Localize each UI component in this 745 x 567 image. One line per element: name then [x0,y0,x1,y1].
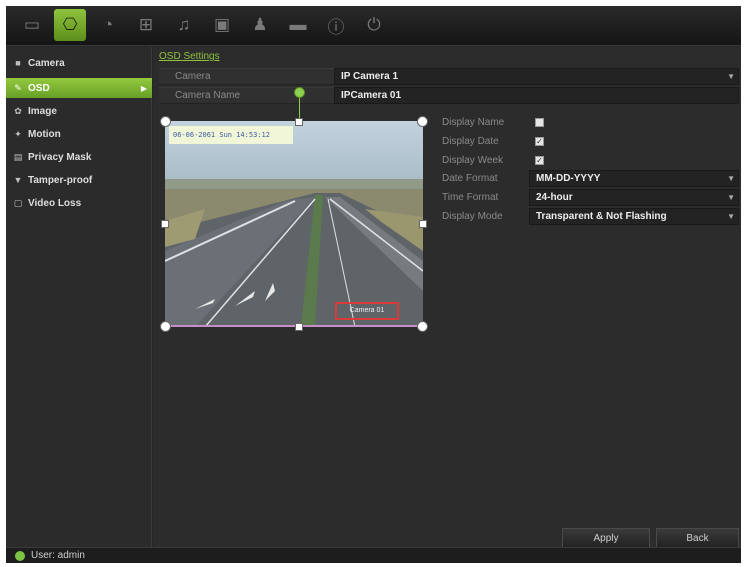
status-bar: User: admin [6,547,741,563]
sidebar-item-osd[interactable]: ✎ OSD ▶ [6,78,152,98]
video-loss-icon: ▢ [13,197,23,208]
info-icon[interactable]: ⓘ [320,9,352,41]
time-format-value: 24-hour [536,192,573,203]
resize-handle-left[interactable] [161,220,169,228]
camera-name-label: Camera Name [175,90,241,101]
chevron-down-icon: ▼ [727,72,735,81]
display-mode-label: Display Mode [442,211,503,222]
date-format-value: MM-DD-YYYY [536,173,601,184]
date-format-select[interactable]: MM-DD-YYYY ▼ [529,170,739,187]
tamper-icon: ▼ [13,175,23,185]
camera-select[interactable]: IP Camera 1 ▼ [334,68,739,85]
osd-icon: ✎ [14,82,22,93]
chevron-down-icon: ▼ [727,212,735,221]
resize-handle-right[interactable] [419,220,427,228]
resize-handle-top-left[interactable] [160,116,171,127]
power-icon[interactable]: ⏻ [358,9,390,41]
camera-label: Camera [175,71,211,82]
sidebar-item-label: Video Loss [28,197,82,209]
camera-name-field[interactable]: IPCamera 01 [334,87,739,104]
monitor-icon[interactable]: ▭ [16,9,48,41]
display-week-checkbox[interactable]: ✓ [535,156,544,165]
camera-name-value: IPCamera 01 [341,90,402,101]
resize-handle-bottom-left[interactable] [160,321,171,332]
status-text: User: admin [31,550,85,561]
camera-preview[interactable]: 06-06-2061 Sun 14:53:12 Camera 01 [165,121,423,327]
user-icon[interactable]: ♟ [244,9,276,41]
record-icon[interactable]: ◔ [92,9,124,41]
rotate-handle[interactable] [294,87,305,98]
highway-scene-image [165,121,423,325]
storage-icon[interactable]: ▬ [282,9,314,41]
display-date-checkbox[interactable]: ✓ [535,137,544,146]
display-mode-select[interactable]: Transparent & Not Flashing ▼ [529,208,739,225]
sidebar: ■ Camera ✎ OSD ▶ ✿ Image ✦ Motion ▤ Priv… [6,47,152,547]
time-format-label: Time Format [442,192,499,203]
camera-icon: ■ [15,58,21,68]
sidebar-item-image[interactable]: ✿ Image [6,101,152,121]
page-title: OSD Settings [159,51,220,62]
camera-name-overlay[interactable]: Camera 01 [335,302,399,320]
sidebar-item-label: Camera [28,57,65,69]
sidebar-item-label: Tamper-proof [28,174,93,186]
camera-icon[interactable]: ⎔ [54,9,86,41]
image-icon: ✿ [14,105,22,116]
sidebar-item-privacy-mask[interactable]: ▤ Privacy Mask [6,147,152,167]
sidebar-item-tamper-proof[interactable]: ▼ Tamper-proof [6,170,152,190]
app-window: ▭ ⎔ ◔ ⊞ ♫ ▣ ♟ ▬ ⓘ ⏻ ■ Camera ✎ OSD ▶ ✿ I… [6,6,741,563]
main-panel: OSD Settings Camera IP Camera 1 ▼ Camera… [153,47,741,550]
display-name-label: Display Name [442,117,505,128]
resize-handle-bottom[interactable] [295,323,303,331]
date-format-label: Date Format [442,173,498,184]
motion-icon: ✦ [14,128,22,139]
sidebar-item-label: Image [28,105,57,117]
resize-handle-top-right[interactable] [417,116,428,127]
time-format-select[interactable]: 24-hour ▼ [529,189,739,206]
network-icon[interactable]: ⊞ [130,9,162,41]
main-toolbar: ▭ ⎔ ◔ ⊞ ♫ ▣ ♟ ▬ ⓘ ⏻ [6,6,741,46]
sidebar-item-label: Privacy Mask [28,151,92,163]
sidebar-item-camera[interactable]: ■ Camera [6,53,152,73]
chevron-down-icon: ▼ [727,193,735,202]
display-week-label: Display Week [442,155,503,166]
resize-handle-bottom-right[interactable] [417,321,428,332]
display-date-label: Display Date [442,136,499,147]
device-icon[interactable]: ▣ [206,9,238,41]
display-name-checkbox[interactable] [535,118,544,127]
chevron-down-icon: ▼ [727,174,735,183]
privacy-mask-icon: ▤ [13,151,23,162]
alarm-icon[interactable]: ♫ [168,9,200,41]
sidebar-item-label: OSD [28,82,50,94]
date-overlay[interactable]: 06-06-2061 Sun 14:53:12 [169,126,293,144]
user-status-icon [15,551,25,561]
sidebar-item-label: Motion [28,128,61,140]
chevron-right-icon: ▶ [140,83,147,93]
sidebar-item-motion[interactable]: ✦ Motion [6,124,152,144]
display-mode-value: Transparent & Not Flashing [536,211,667,222]
resize-handle-top[interactable] [295,118,303,126]
sidebar-item-video-loss[interactable]: ▢ Video Loss [6,193,152,213]
camera-select-value: IP Camera 1 [341,71,399,82]
